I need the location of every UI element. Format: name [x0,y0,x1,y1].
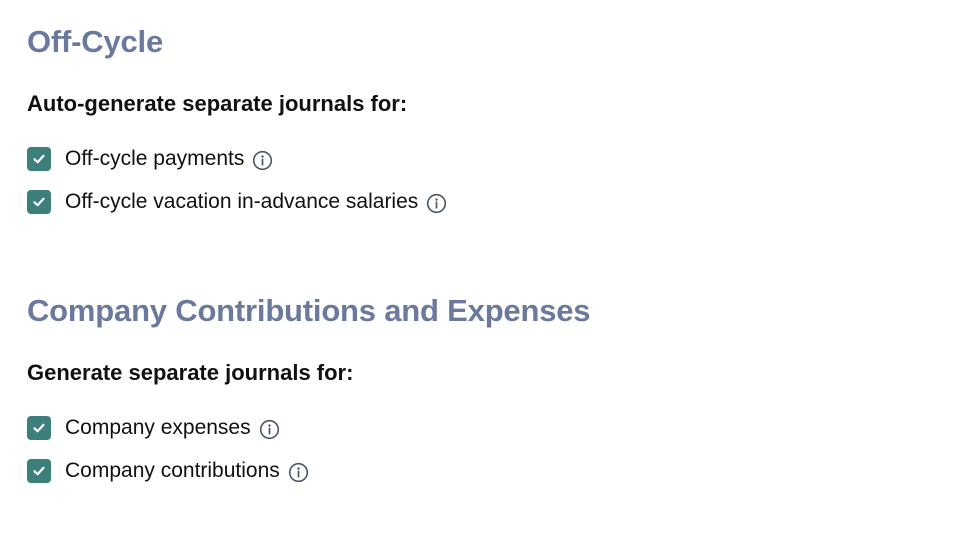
option-company-contributions: Company contributions [27,455,309,487]
off-cycle-payments-label: Off-cycle payments [65,147,245,170]
info-icon[interactable] [288,462,309,483]
company-expenses-label: Company expenses [65,416,251,439]
info-icon[interactable] [426,193,447,214]
company-section: Company Contributions and Expenses Gener… [27,291,591,483]
off-cycle-options: Off-cycle payments Off-cycle vacation in… [27,143,447,229]
option-company-expenses: Company expenses [27,412,309,444]
option-off-cycle-payments: Off-cycle payments [27,143,447,175]
checkmark-icon [33,466,45,476]
off-cycle-section: Off-Cycle Auto-generate separate journal… [27,22,447,214]
info-icon[interactable] [259,419,280,440]
company-options: Company expenses Company contributions [27,412,309,498]
off-cycle-vacation-checkbox[interactable] [27,190,51,214]
off-cycle-subheading: Auto-generate separate journals for: [27,91,408,116]
off-cycle-payments-checkbox[interactable] [27,147,51,171]
checkmark-icon [33,423,45,433]
checkmark-icon [33,154,45,164]
checkmark-icon [33,197,45,207]
company-contributions-label: Company contributions [65,459,280,482]
off-cycle-title: Off-Cycle [27,24,164,59]
company-title: Company Contributions and Expenses [27,293,591,328]
company-expenses-checkbox[interactable] [27,416,51,440]
company-contributions-checkbox[interactable] [27,459,51,483]
info-icon[interactable] [252,150,273,171]
off-cycle-vacation-label: Off-cycle vacation in-advance salaries [65,190,419,213]
option-off-cycle-vacation: Off-cycle vacation in-advance salaries [27,186,447,218]
company-subheading: Generate separate journals for: [27,360,354,385]
